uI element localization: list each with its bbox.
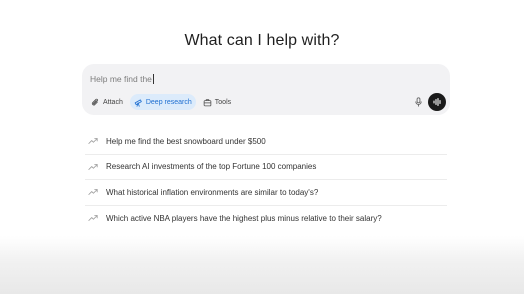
text-caret [152, 74, 154, 84]
tools-button[interactable]: Tools [199, 94, 235, 110]
deep-research-button[interactable]: Deep research [129, 94, 196, 110]
toolbox-icon [203, 98, 212, 106]
suggestion-text: What historical inflation environments a… [106, 187, 319, 197]
composer-toolbar: Attach Deep research Tools [87, 94, 238, 110]
suggestion-item[interactable]: Research AI investments of the top Fortu… [85, 155, 447, 180]
suggestion-text: Help me find the best snowboard under $5… [106, 136, 266, 146]
microphone-button[interactable] [412, 96, 424, 108]
trending-up-icon [88, 215, 98, 222]
tools-label: Tools [214, 98, 232, 106]
voice-mode-button[interactable] [428, 93, 446, 111]
prompt-input[interactable]: Help me find the [90, 72, 154, 86]
prompt-composer: Help me find the Attach Deep research To [82, 64, 450, 115]
trending-up-icon [88, 189, 98, 196]
microphone-icon [414, 97, 422, 107]
deep-research-label: Deep research [145, 98, 192, 106]
attach-button[interactable]: Attach [87, 94, 127, 110]
suggestion-text: Which active NBA players have the highes… [106, 213, 382, 223]
suggestion-item[interactable]: What historical inflation environments a… [85, 180, 447, 206]
suggestion-text: Research AI investments of the top Fortu… [106, 162, 317, 172]
paperclip-icon [91, 98, 99, 105]
voice-waveform-icon [433, 97, 441, 107]
attach-label: Attach [103, 98, 123, 106]
suggestion-list: Help me find the best snowboard under $5… [85, 129, 447, 231]
prompt-input-text: Help me find the [90, 74, 152, 84]
suggestion-item[interactable]: Help me find the best snowboard under $5… [85, 129, 447, 155]
suggestion-item[interactable]: Which active NBA players have the highes… [85, 206, 447, 232]
trending-up-icon [88, 138, 98, 145]
trending-up-icon [88, 163, 98, 170]
telescope-icon [134, 98, 142, 107]
page-title: What can I help with? [184, 32, 340, 49]
